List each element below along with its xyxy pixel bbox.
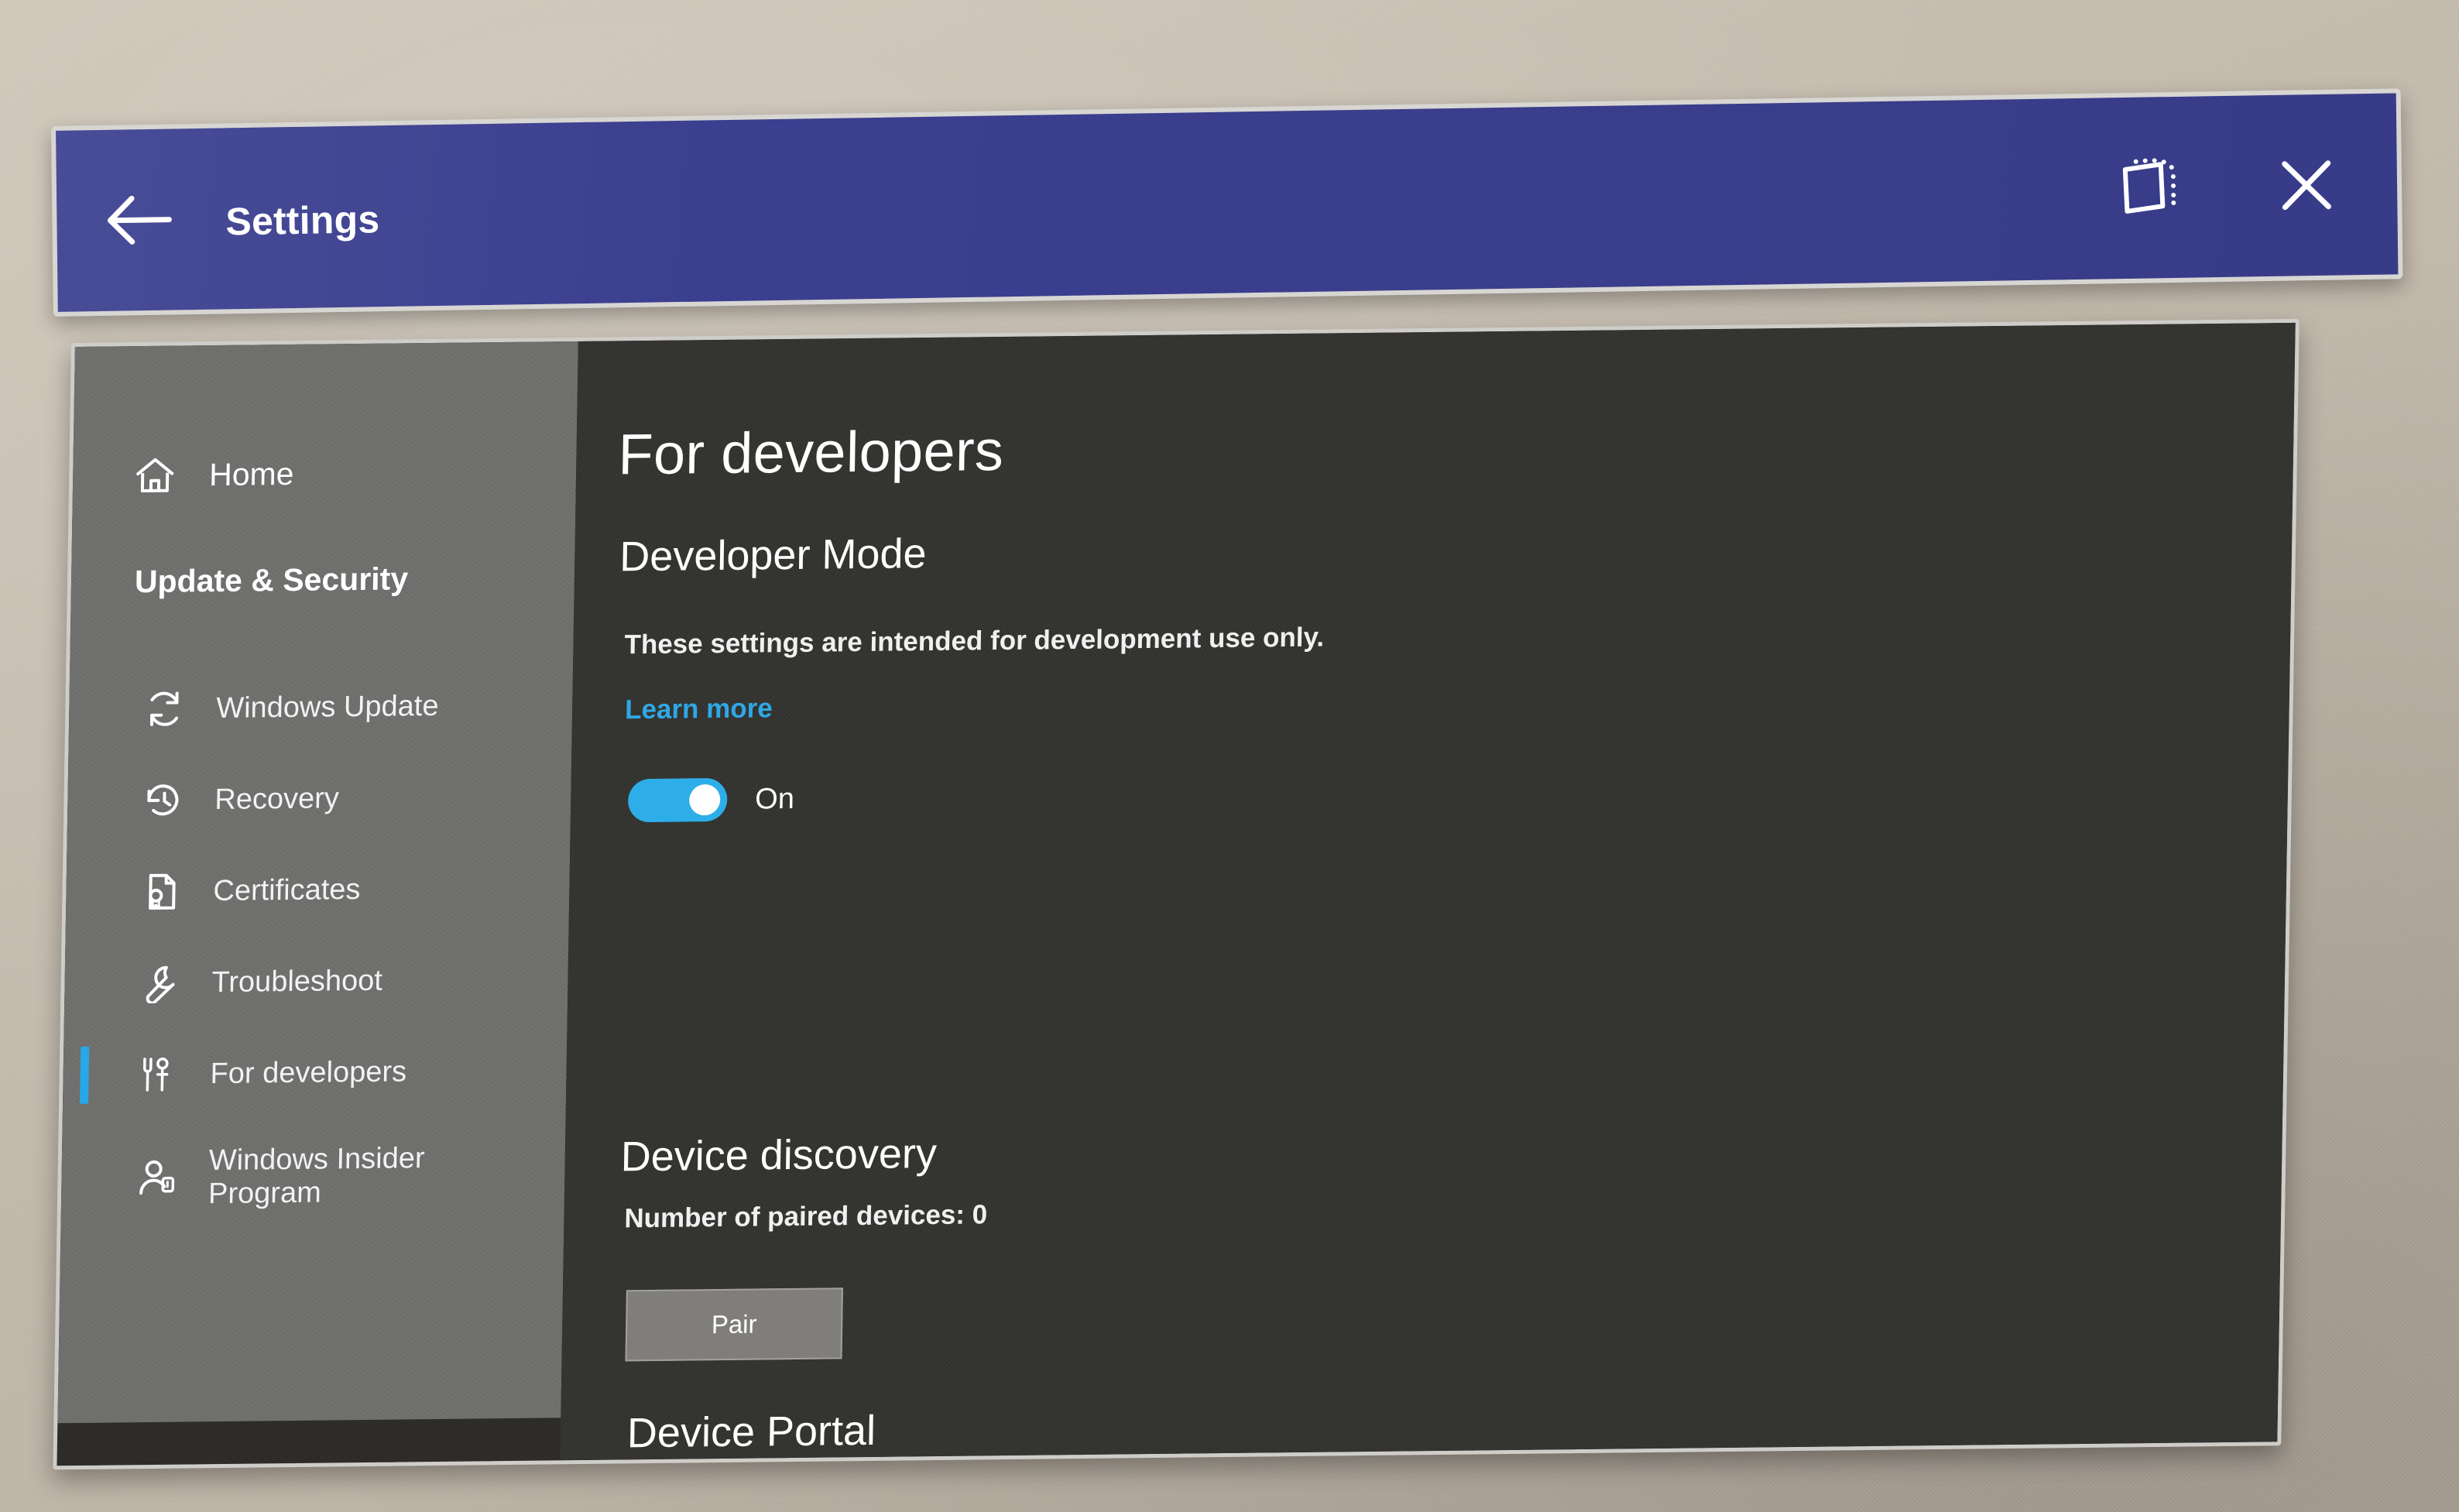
title-bar-container: Settings: [51, 88, 2403, 317]
title-bar-sheen: [56, 93, 2399, 312]
sidebar-item-label: Windows Update: [215, 689, 439, 725]
learn-more-link[interactable]: Learn more: [625, 693, 773, 725]
sidebar-item-for-developers[interactable]: For developers: [63, 1024, 568, 1121]
window-body: Home Update & Security Windows Update Re…: [53, 318, 2300, 1470]
window-title: Settings: [225, 197, 380, 244]
history-clock-icon: [142, 780, 184, 821]
back-button[interactable]: [94, 177, 186, 263]
sidebar-item-certificates[interactable]: Certificates: [66, 842, 571, 938]
follow-me-window-icon: [2118, 158, 2183, 218]
developer-mode-toggle-state: On: [754, 782, 795, 815]
sidebar-item-label: Certificates: [213, 873, 361, 907]
follow-me-button[interactable]: [2102, 140, 2197, 236]
device-portal-heading: Device Portal: [626, 1407, 876, 1457]
developer-mode-description: These settings are intended for developm…: [624, 622, 1325, 660]
sidebar-item-windows-update[interactable]: Windows Update: [68, 659, 573, 756]
sidebar-item-windows-insider-program[interactable]: Windows Insider Program: [60, 1116, 565, 1237]
developer-mode-toggle-row: On: [627, 777, 795, 823]
selection-indicator: [80, 1046, 90, 1104]
wrench-icon: [139, 963, 181, 1004]
sidebar-item-home-label: Home: [208, 455, 294, 492]
window-body-container: Home Update & Security Windows Update Re…: [53, 318, 2300, 1470]
settings-hologram-window: Settings Home Update & Security Windows …: [0, 0, 2459, 1512]
sidebar-item-troubleshoot[interactable]: Troubleshoot: [64, 933, 569, 1030]
sidebar-item-recovery[interactable]: Recovery: [67, 750, 571, 847]
page-title: For developers: [617, 417, 1004, 487]
paired-devices-count: Number of paired devices: 0: [624, 1199, 988, 1234]
device-discovery-heading: Device discovery: [620, 1130, 938, 1181]
sync-refresh-icon: [143, 688, 186, 729]
toggle-knob: [688, 783, 721, 816]
person-badge-icon: [135, 1158, 178, 1199]
pair-button[interactable]: Pair: [625, 1287, 843, 1362]
sidebar-item-label: For developers: [210, 1055, 407, 1090]
home-icon: [135, 457, 176, 495]
sidebar-item-label: Recovery: [214, 782, 340, 816]
back-arrow-icon: [104, 192, 176, 247]
title-bar: Settings: [51, 88, 2403, 317]
developer-mode-toggle[interactable]: [627, 777, 728, 823]
sidebar-item-label: Troubleshoot: [211, 964, 383, 999]
main-content-area: For developers Developer Mode These sett…: [560, 322, 2296, 1461]
sidebar-item-list: Windows Update Recovery Certificates Tro…: [60, 659, 573, 1237]
navigation-sidebar: Home Update & Security Windows Update Re…: [57, 341, 578, 1424]
close-icon: [2276, 154, 2338, 217]
sidebar-item-label: Windows Insider Program: [207, 1142, 425, 1211]
sidebar-item-home[interactable]: Home: [135, 455, 294, 494]
close-button[interactable]: [2258, 137, 2354, 233]
developer-tools-icon: [137, 1054, 180, 1095]
developer-mode-heading: Developer Mode: [619, 530, 928, 581]
certificate-document-icon: [140, 871, 183, 912]
sidebar-group-title: Update & Security: [134, 561, 409, 600]
